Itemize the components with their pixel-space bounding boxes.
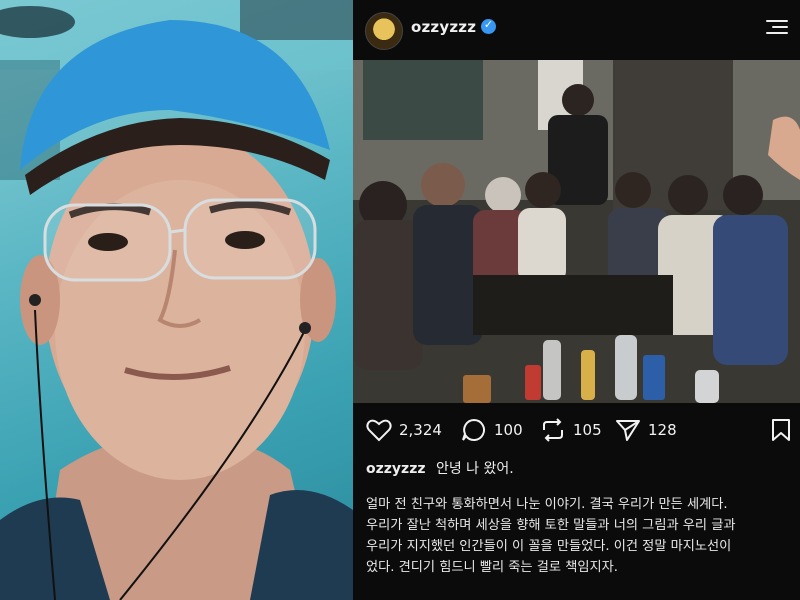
share-button[interactable]: 128: [615, 410, 677, 450]
repost-icon: [543, 418, 563, 442]
comment-count: 100: [494, 421, 523, 439]
verified-badge-icon: ✓: [481, 18, 496, 34]
like-button[interactable]: 2,324: [366, 410, 442, 450]
caption-username[interactable]: ozzyzzz: [366, 461, 426, 477]
comment-icon: [462, 418, 485, 441]
selfie-photo: [0, 0, 353, 600]
instagram-post: ozzyzzz ✓ 2,324 100 105 128 ozzyzzz 안녕 나…: [353, 0, 800, 600]
bookmark-button[interactable]: [770, 418, 792, 446]
send-icon: [616, 420, 640, 441]
caption-body: 얼마 전 친구와 통화하면서 나눈 이야기. 결국 우리가 만든 세계다. 우리…: [366, 494, 791, 578]
caption-line: 우리가 지지했던 인간들이 이 꼴을 만들었다. 이건 정말 마지노선이: [366, 539, 732, 554]
post-photo: [353, 60, 800, 403]
repost-button[interactable]: 105: [540, 410, 602, 450]
username[interactable]: ozzyzzz: [411, 18, 476, 36]
repost-count: 105: [573, 421, 602, 439]
caption-line: 었다. 견디기 힘드니 빨리 죽는 걸로 책임지자.: [366, 560, 618, 575]
share-count: 128: [648, 421, 677, 439]
profile-avatar[interactable]: [365, 12, 403, 50]
caption-line: 얼마 전 친구와 통화하면서 나눈 이야기. 결국 우리가 만든 세계다.: [366, 497, 728, 512]
caption-header: ozzyzzz 안녕 나 왔어.: [366, 458, 514, 478]
hamburger-menu-icon[interactable]: [766, 20, 788, 34]
post-header: ozzyzzz ✓: [353, 0, 800, 60]
composite-image: ozzyzzz ✓ 2,324 100 105 128 ozzyzzz 안녕 나…: [0, 0, 800, 600]
like-count: 2,324: [399, 421, 442, 439]
comment-button[interactable]: 100: [461, 410, 523, 450]
post-actions-bar: 2,324 100 105 128: [353, 410, 800, 450]
heart-icon: [366, 419, 392, 442]
bookmark-icon: [772, 419, 790, 441]
caption-title: 안녕 나 왔어.: [435, 461, 514, 477]
caption-line: 우리가 잘난 척하며 세상을 향해 토한 말들과 너의 그림과 우리 글과: [366, 518, 736, 533]
